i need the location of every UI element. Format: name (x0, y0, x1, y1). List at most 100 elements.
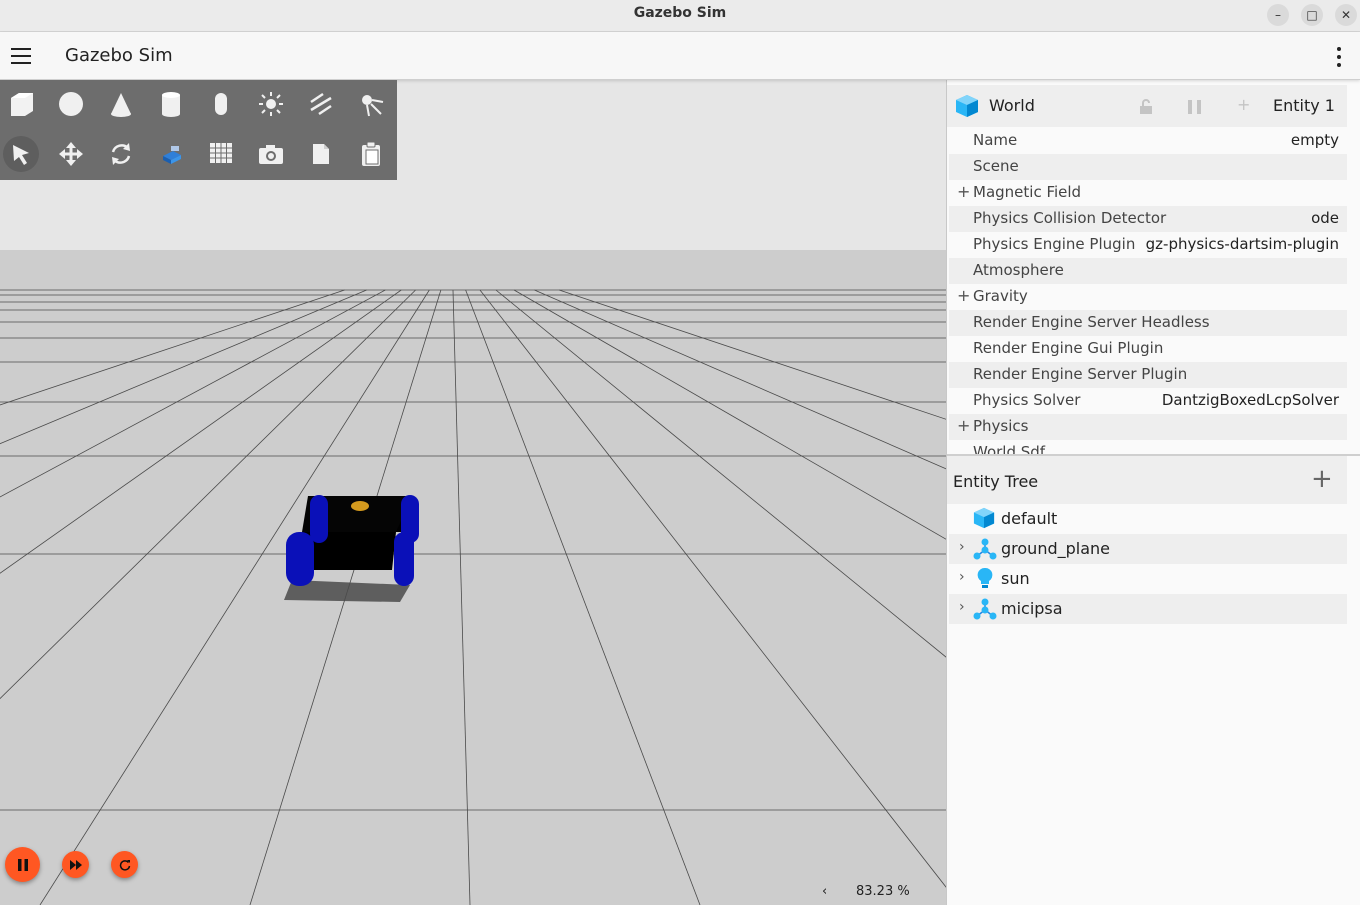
spot-light-icon[interactable] (303, 86, 339, 122)
world-icon (973, 507, 995, 533)
property-row-name: Name empty (949, 128, 1347, 154)
expand-plus-icon[interactable]: + (957, 286, 970, 305)
grid-icon[interactable] (203, 136, 239, 172)
snap-icon[interactable] (153, 136, 189, 172)
entity-tree-item-sun[interactable]: › sun (949, 564, 1347, 594)
expand-plus-icon[interactable]: + (957, 182, 970, 201)
fast-forward-icon (69, 859, 82, 870)
inspector-title: World (989, 96, 1035, 115)
entity-tree-title: Entity Tree (953, 472, 1039, 491)
entity-name: ground_plane (1001, 539, 1110, 558)
model-icon (973, 537, 997, 565)
step-button[interactable] (62, 851, 89, 878)
scene-3d-viewport[interactable] (0, 80, 946, 905)
lock-icon[interactable] (1139, 99, 1153, 115)
property-key: Physics Collision Detector (973, 209, 1167, 227)
copy-icon[interactable] (303, 136, 339, 172)
pause-button[interactable] (5, 847, 40, 882)
minimize-button[interactable]: – (1267, 4, 1289, 26)
select-icon[interactable] (3, 136, 39, 172)
maximize-button[interactable]: □ (1301, 4, 1323, 26)
property-key: Atmosphere (973, 261, 1064, 279)
property-row-physics-engine-plugin: Physics Engine Plugin gz-physics-dartsim-… (949, 232, 1347, 258)
wheel-front-left (286, 532, 314, 586)
add-entity-icon[interactable]: + (1311, 466, 1333, 492)
property-row-physics-solver: Physics Solver DantzigBoxedLcpSolver (949, 388, 1347, 414)
translate-icon[interactable] (53, 136, 89, 172)
window-title: Gazebo Sim (633, 5, 727, 21)
property-row-world-sdf: World Sdf (949, 440, 1347, 454)
property-key: World Sdf (973, 443, 1046, 454)
property-row-physics-collision-detector: Physics Collision Detector ode (949, 206, 1347, 232)
entity-name: sun (1001, 569, 1030, 588)
property-key: Render Engine Server Headless (973, 313, 1210, 331)
property-key: Name (973, 131, 1018, 149)
box-icon[interactable] (3, 86, 39, 122)
rotate-icon[interactable] (103, 136, 139, 172)
property-value: empty (1290, 131, 1339, 149)
property-row-render-engine-server-headless: Render Engine Server Headless (949, 310, 1347, 336)
property-key: Physics Solver (973, 391, 1081, 409)
entity-tree-header: Entity Tree + (947, 456, 1347, 504)
rtf-expand-icon[interactable]: ‹ (822, 884, 827, 899)
right-panel: World + Entity 1 Name empty Scene + Magnetic… (946, 80, 1360, 905)
entity-id: Entity 1 (1273, 96, 1335, 115)
reset-button[interactable] (111, 851, 138, 878)
more-options-icon[interactable] (1334, 47, 1344, 67)
paste-icon[interactable] (353, 136, 389, 172)
screenshot-icon[interactable] (253, 136, 289, 172)
reset-icon (119, 859, 130, 871)
scene-render[interactable] (0, 80, 946, 905)
property-key: Scene (973, 157, 1019, 175)
entity-name: micipsa (1001, 599, 1063, 618)
wheel-rear-left (310, 495, 328, 543)
app-title: Gazebo Sim (65, 45, 173, 66)
property-value: gz-physics-dartsim-plugin (1145, 235, 1339, 253)
light-icon (973, 567, 997, 595)
property-key: Physics (973, 417, 1029, 435)
property-row-gravity[interactable]: + Gravity (949, 284, 1347, 310)
point-light-icon[interactable] (353, 86, 389, 122)
property-key: Gravity (973, 287, 1028, 305)
wheel-front-right (394, 532, 414, 586)
hamburger-menu-icon[interactable] (11, 48, 31, 64)
app-header: Gazebo Sim (0, 32, 1360, 80)
entity-tree-item-default[interactable]: default (949, 504, 1347, 534)
cone-icon[interactable] (103, 86, 139, 122)
property-key: Render Engine Gui Plugin (973, 339, 1164, 357)
chevron-right-icon[interactable]: › (959, 599, 965, 615)
property-row-magnetic-field[interactable]: + Magnetic Field (949, 180, 1347, 206)
property-key: Render Engine Server Plugin (973, 365, 1188, 383)
capsule-icon[interactable] (203, 86, 239, 122)
sphere-icon[interactable] (53, 86, 89, 122)
property-value: DantzigBoxedLcpSolver (1161, 391, 1339, 409)
property-key: Magnetic Field (973, 183, 1082, 201)
pause-updates-icon[interactable] (1187, 100, 1203, 114)
window-titlebar: Gazebo Sim – □ ✕ (0, 0, 1360, 32)
world-icon (956, 95, 978, 117)
chevron-right-icon[interactable]: › (959, 569, 965, 585)
entity-tree-item-ground-plane[interactable]: › ground_plane (949, 534, 1347, 564)
cylinder-icon[interactable] (153, 86, 189, 122)
shapes-transform-toolbar (0, 80, 397, 180)
property-row-render-engine-gui-plugin: Render Engine Gui Plugin (949, 336, 1347, 362)
directional-light-icon[interactable] (253, 86, 289, 122)
pause-icon (17, 858, 28, 871)
sensor-puck (351, 501, 369, 511)
close-button[interactable]: ✕ (1335, 4, 1357, 26)
property-value: ode (1311, 209, 1339, 227)
real-time-factor: 83.23 % (856, 884, 910, 899)
component-inspector: World + Entity 1 Name empty Scene + Magnetic… (947, 80, 1360, 454)
property-key: Physics Engine Plugin (973, 235, 1136, 253)
model-icon (973, 597, 997, 625)
entity-name: default (1001, 509, 1058, 528)
property-row-render-engine-server-plugin: Render Engine Server Plugin (949, 362, 1347, 388)
property-row-physics[interactable]: + Physics (949, 414, 1347, 440)
property-row-atmosphere: Atmosphere (949, 258, 1347, 284)
property-row-scene: Scene (949, 154, 1347, 180)
chevron-right-icon[interactable]: › (959, 539, 965, 555)
expand-plus-icon[interactable]: + (957, 416, 970, 435)
component-inspector-header: World + Entity 1 (947, 85, 1347, 127)
add-component-icon[interactable]: + (1237, 95, 1250, 114)
entity-tree-item-micipsa[interactable]: › micipsa (949, 594, 1347, 624)
